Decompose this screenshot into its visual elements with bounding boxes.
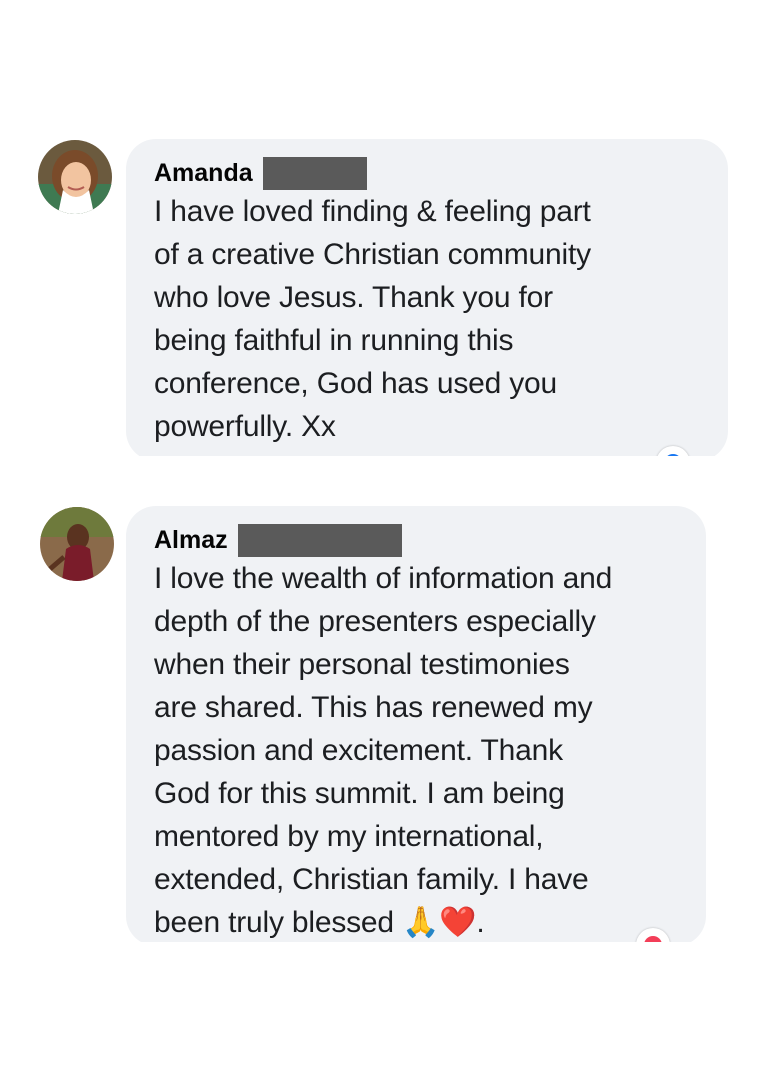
redacted-surname	[262, 156, 367, 190]
comment-bubble: Almaz I love the wealth of information a…	[126, 506, 706, 946]
crop-edge	[100, 942, 760, 972]
author-name[interactable]: Amanda	[154, 156, 253, 190]
author-name[interactable]: Almaz	[154, 523, 228, 557]
comment-bubble: Amanda I have loved finding & feeling pa…	[126, 139, 728, 461]
redacted-surname	[237, 523, 402, 557]
avatar[interactable]	[38, 140, 112, 214]
comment-text: I love the wealth of information and dep…	[154, 562, 613, 939]
avatar[interactable]	[40, 507, 114, 581]
crop-edge	[100, 456, 760, 486]
comment-text: I have loved finding & feeling part of a…	[154, 195, 591, 443]
